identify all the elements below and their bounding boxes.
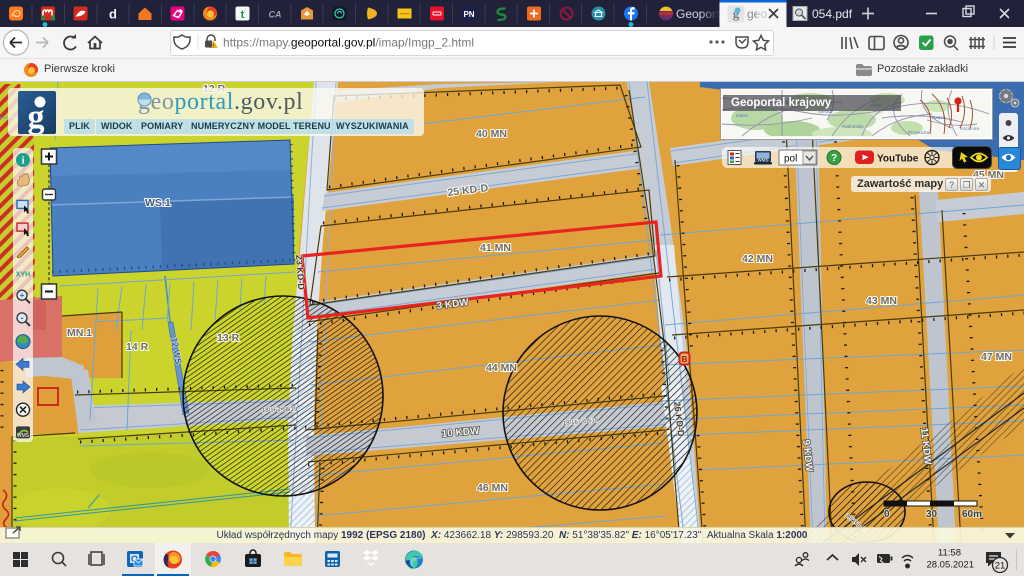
- svg-text:-: -: [21, 313, 24, 323]
- svg-text:46 MN: 46 MN: [477, 482, 508, 494]
- svg-text:https://mapy.geoportal.gov.pl/: https://mapy.geoportal.gov.pl/imap/Imgp_…: [223, 36, 474, 50]
- svg-text:WS.1: WS.1: [145, 197, 171, 209]
- svg-text:28.05.2021: 28.05.2021: [926, 560, 974, 571]
- svg-text:13 R: 13 R: [217, 332, 240, 344]
- svg-text:60m: 60m: [962, 509, 982, 520]
- svg-text:WMS: WMS: [758, 158, 769, 163]
- svg-text:YouTube: YouTube: [877, 154, 919, 165]
- svg-text:XYH: XYH: [16, 272, 30, 279]
- svg-text:44 MN: 44 MN: [486, 362, 517, 374]
- svg-text:30: 30: [926, 509, 938, 520]
- svg-text:21: 21: [995, 561, 1006, 572]
- svg-text:Kalisz: Kalisz: [736, 113, 749, 118]
- svg-text:?: ?: [831, 153, 837, 164]
- svg-text:11:58: 11:58: [938, 548, 961, 559]
- svg-text:pol: pol: [784, 154, 797, 165]
- svg-text:47 MN: 47 MN: [981, 351, 1012, 363]
- svg-text:0: 0: [884, 509, 890, 520]
- svg-text:t: t: [241, 9, 245, 21]
- svg-text:!: !: [213, 43, 215, 49]
- svg-text:Przysucha: Przysucha: [908, 130, 930, 135]
- svg-text:41 MN: 41 MN: [480, 242, 511, 254]
- svg-text:PN: PN: [463, 10, 474, 19]
- svg-text:WMS: WMS: [17, 433, 30, 439]
- svg-text:054.pdf: 054.pdf: [812, 7, 853, 21]
- svg-text:43 MN: 43 MN: [866, 295, 897, 307]
- svg-text:g: g: [28, 99, 45, 134]
- svg-text:+: +: [20, 291, 25, 300]
- svg-text:Radomsko: Radomsko: [842, 124, 864, 129]
- svg-text:i: i: [22, 156, 25, 167]
- svg-text:MN.1: MN.1: [67, 327, 92, 339]
- svg-text:40 MN: 40 MN: [476, 128, 507, 140]
- svg-text:CA: CA: [269, 10, 282, 20]
- svg-text:d: d: [109, 7, 117, 22]
- svg-text:14 R: 14 R: [126, 341, 149, 353]
- svg-text:B: B: [682, 355, 688, 364]
- svg-text:18/167-68/19: 18/167-68/19: [262, 407, 298, 414]
- svg-text:42 MN: 42 MN: [742, 253, 773, 265]
